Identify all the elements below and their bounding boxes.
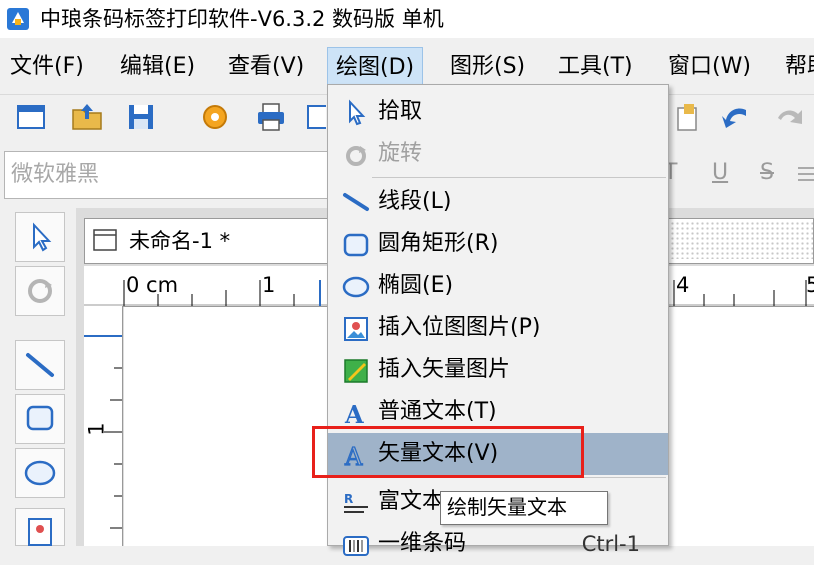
menu-item-insert-vector-image[interactable]: 插入矢量图片 xyxy=(328,349,668,391)
tool-rotate-button[interactable] xyxy=(15,266,65,316)
vector-image-icon xyxy=(344,359,368,383)
vertical-ruler-number: 1 xyxy=(84,422,109,436)
title-bar: 中琅条码标签打印软件-V6.3.2 数码版 单机 xyxy=(0,0,814,38)
bitmap-image-icon xyxy=(344,317,368,341)
menu-separator xyxy=(372,177,666,178)
menu-item-label: 一维条码 xyxy=(378,531,467,556)
export-icon[interactable] xyxy=(670,100,704,134)
svg-text:A: A xyxy=(344,400,364,427)
menu-window[interactable]: 窗口(W) xyxy=(668,47,751,87)
menu-item-label: 线段(L) xyxy=(378,189,452,214)
picture-icon xyxy=(28,518,52,546)
arrow-pointer-icon xyxy=(349,99,366,126)
menu-file[interactable]: 文件(F) xyxy=(10,47,84,87)
menu-item-label: 插入矢量图片 xyxy=(378,357,511,382)
rotate-icon xyxy=(346,146,366,166)
ruler-number: 5 xyxy=(806,273,814,297)
rounded-rectangle-icon xyxy=(343,233,369,257)
settings-gear-icon[interactable] xyxy=(198,100,232,134)
document-title: 未命名-1 * xyxy=(129,229,231,253)
menu-item-line[interactable]: 线段(L) xyxy=(328,181,668,223)
tool-ellipse-button[interactable] xyxy=(15,448,65,498)
menu-help[interactable]: 帮助 xyxy=(785,47,814,87)
new-document-icon[interactable] xyxy=(14,100,48,134)
highlight-annotation xyxy=(312,426,584,478)
open-folder-icon[interactable] xyxy=(70,100,104,134)
menu-item-ellipse[interactable]: 椭圆(E) xyxy=(328,265,668,307)
text-a-icon: A xyxy=(344,400,364,427)
window-title: 中琅条码标签打印软件-V6.3.2 数码版 单机 xyxy=(40,7,444,31)
underline-button[interactable]: U xyxy=(712,160,728,185)
document-window-icon xyxy=(93,229,117,251)
svg-text:R: R xyxy=(344,492,353,506)
menu-edit[interactable]: 编辑(E) xyxy=(120,47,195,87)
menu-item-rounded-rect[interactable]: 圆角矩形(R) xyxy=(328,223,668,265)
ellipse-icon xyxy=(342,276,370,298)
ruler-number: 4 xyxy=(676,273,690,297)
font-name-field[interactable]: 微软雅黑 xyxy=(4,151,334,199)
menu-item-rotate: 旋转 xyxy=(328,133,668,175)
tool-select-button[interactable] xyxy=(15,212,65,262)
menu-item-shortcut: Ctrl-1 xyxy=(581,532,640,556)
menu-item-label: 插入位图图片(P) xyxy=(378,315,541,340)
more-format-icon[interactable] xyxy=(794,162,814,186)
menu-view[interactable]: 查看(V) xyxy=(228,47,304,87)
rotate-icon xyxy=(28,279,52,303)
menu-tools[interactable]: 工具(T) xyxy=(558,47,633,87)
menu-item-label: 拾取 xyxy=(378,99,423,124)
rounded-rect-icon xyxy=(26,405,54,431)
vertical-ruler: 1 xyxy=(84,306,123,546)
menu-item-label: 富文本 xyxy=(378,489,445,514)
tool-line-button[interactable] xyxy=(15,340,65,390)
menu-item-label: 椭圆(E) xyxy=(378,273,454,298)
menu-item-insert-bitmap[interactable]: 插入位图图片(P) xyxy=(328,307,668,349)
rich-text-icon: R xyxy=(344,492,368,513)
tool-picture-button[interactable] xyxy=(15,508,65,546)
tooltip: 绘制矢量文本 xyxy=(440,491,608,525)
undo-icon[interactable] xyxy=(718,100,752,134)
save-icon[interactable] xyxy=(124,100,158,134)
tool-rounded-rect-button[interactable] xyxy=(15,394,65,444)
zoom-icon[interactable] xyxy=(306,100,326,134)
select-arrow-icon xyxy=(33,222,52,252)
app-logo-icon xyxy=(7,8,29,30)
menu-item-label: 旋转 xyxy=(378,141,423,166)
menu-shape[interactable]: 图形(S) xyxy=(450,47,525,87)
ruler-unit-label: 0 cm xyxy=(126,273,179,297)
menu-item-label: 圆角矩形(R) xyxy=(378,231,499,256)
print-icon[interactable] xyxy=(254,100,288,134)
ellipse-icon xyxy=(24,460,56,486)
strikethrough-button[interactable]: S xyxy=(760,160,774,185)
barcode-icon xyxy=(343,536,369,556)
menu-item-pick[interactable]: 拾取 xyxy=(328,91,668,133)
menu-item-1d-barcode[interactable]: 一维条码 Ctrl-1 xyxy=(328,523,668,565)
redo-icon[interactable] xyxy=(772,100,806,134)
ruler-number: 1 xyxy=(262,273,276,297)
line-icon xyxy=(26,353,54,377)
menu-draw[interactable]: 绘图(D) xyxy=(327,47,424,87)
menu-item-label: 普通文本(T) xyxy=(378,399,497,424)
line-segment-icon xyxy=(343,193,369,211)
